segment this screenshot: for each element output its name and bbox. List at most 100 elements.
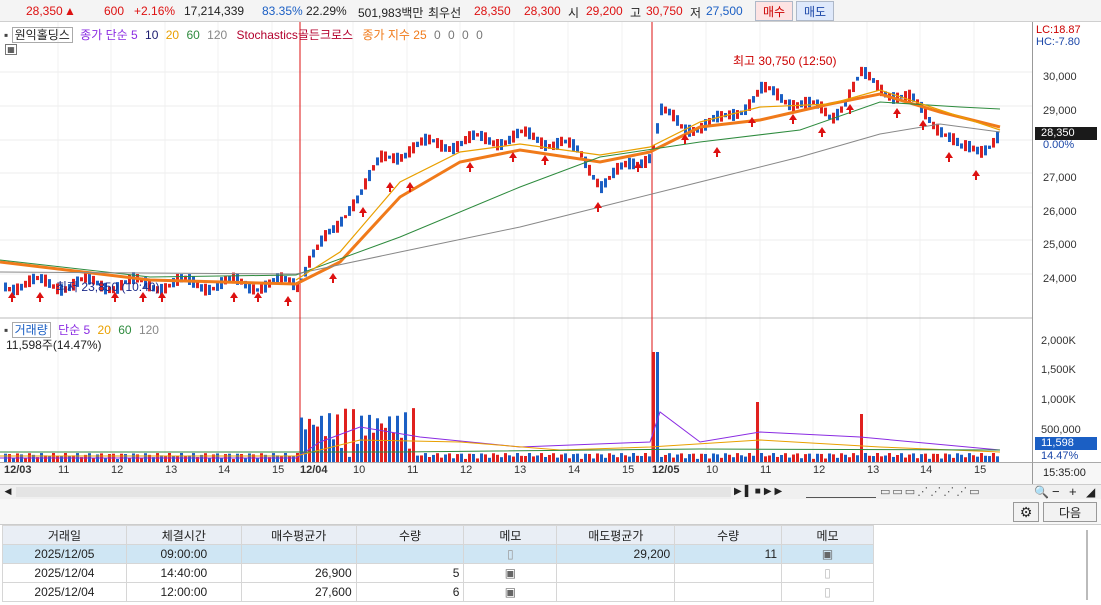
ema-value-4: 0 <box>462 28 469 42</box>
candle <box>424 133 427 146</box>
memo-edit-icon[interactable]: ▣ <box>463 563 558 583</box>
memo-edit-icon[interactable]: ▣ <box>781 544 874 564</box>
price-axis[interactable]: LC:18.87 HC:-7.80 30,000 29,000 27,000 2… <box>1032 22 1101 462</box>
gear-icon[interactable]: ⚙ <box>1013 502 1039 522</box>
volume-bar <box>668 453 671 462</box>
candle <box>360 189 363 195</box>
table-row[interactable]: 2025/12/05 09:00:00 ▯ 29,200 11 ▣ <box>2 544 874 564</box>
col-memo[interactable]: 메모 <box>463 525 558 545</box>
volume-bar <box>644 453 647 462</box>
volume-bar <box>340 447 343 462</box>
trade-amount: 501,983백만 <box>358 6 424 20</box>
volume-bar <box>304 429 307 462</box>
col-time[interactable]: 체결시간 <box>125 525 242 545</box>
candle <box>536 136 539 143</box>
next-button[interactable]: 다음 <box>1043 502 1097 522</box>
volume-bar <box>572 454 575 462</box>
legend-icon: ▪ <box>4 323 9 337</box>
col-memo[interactable]: 메모 <box>781 525 874 545</box>
volume-bar <box>968 453 971 462</box>
cell-buy-qty <box>355 544 465 564</box>
ema-value-1: 25 <box>413 28 427 42</box>
table-row[interactable]: 2025/12/04 12:00:00 27,600 6 ▣ ▯ <box>2 582 874 602</box>
candle <box>592 174 595 180</box>
col-sell-avg[interactable]: 매도평균가 <box>556 525 676 545</box>
volume-bar <box>920 454 923 462</box>
zoom-slider[interactable] <box>806 486 876 498</box>
candle <box>664 106 667 114</box>
high-label: 고 <box>630 6 642 20</box>
col-sell-qty[interactable]: 수량 <box>674 525 783 545</box>
time-axis-label: 10 <box>706 464 719 476</box>
buy-signal-arrow <box>893 108 901 118</box>
table-scrollbar[interactable] <box>1086 530 1088 600</box>
candle <box>768 86 771 91</box>
candle <box>500 139 503 151</box>
memo-edit-icon[interactable]: ▣ <box>463 582 558 602</box>
ema-value-2: 0 <box>433 28 441 42</box>
candle <box>812 100 815 105</box>
zoom-icon[interactable]: 🔍 <box>1034 485 1049 499</box>
buy-button[interactable]: 매수 <box>755 1 793 21</box>
volume-bar <box>352 409 355 462</box>
col-buy-avg[interactable]: 매수평균가 <box>240 525 357 545</box>
candle <box>824 107 827 117</box>
time-axis-label: 13 <box>867 464 880 476</box>
scroll-left-icon[interactable]: ◀ <box>2 486 14 498</box>
candle <box>944 133 947 137</box>
cell-sell-qty <box>674 563 783 583</box>
vol-ma20: 20 <box>97 323 111 337</box>
candle <box>804 96 807 109</box>
time-axis-label: 14 <box>568 464 581 476</box>
candle <box>948 132 951 142</box>
memo-icon[interactable]: ▯ <box>463 544 558 564</box>
chart-scroll-row: ◀ ▶▌■▶▶ ▭▭▭⋰⋰⋰⋰▭ 🔍 − + ◢ <box>0 484 1101 499</box>
candle <box>608 175 611 180</box>
stock-name[interactable]: 원익홀딩스 <box>11 27 73 43</box>
time-axis-label: 12 <box>460 464 473 476</box>
buy-signal-arrow <box>713 147 721 157</box>
grid-toggle-icon[interactable]: ▦ <box>5 44 17 55</box>
sell-button[interactable]: 매도 <box>796 1 834 21</box>
low-annotation: 최저 23,850 (10:40) <box>56 280 160 294</box>
volume-bar <box>344 408 347 462</box>
price-chart[interactable]: ▪ 원익홀딩스 종가 단순 5 10 20 60 120 Stochastics… <box>0 22 1101 484</box>
price-tick: 27,000 <box>1043 172 1077 184</box>
candle <box>204 283 207 296</box>
candle <box>800 100 803 108</box>
candle <box>328 228 331 235</box>
candle <box>752 96 755 103</box>
candle <box>436 138 439 149</box>
candle <box>460 140 463 147</box>
vol-tick: 500,000 <box>1041 424 1081 436</box>
candle <box>164 283 167 294</box>
candle <box>188 274 191 285</box>
candle <box>468 131 471 144</box>
memo-icon[interactable]: ▯ <box>781 563 874 583</box>
candle <box>840 106 843 113</box>
volume-bar <box>600 454 603 462</box>
table-row[interactable]: 2025/12/04 14:40:00 26,900 5 ▣ ▯ <box>2 563 874 583</box>
memo-icon[interactable]: ▯ <box>781 582 874 602</box>
candle <box>228 275 231 281</box>
candle <box>780 94 783 103</box>
playback-controls[interactable]: ▶▌■▶▶ <box>734 486 785 497</box>
candle <box>624 160 627 168</box>
cell-time: 09:00:00 <box>125 544 242 564</box>
candle <box>604 178 607 188</box>
col-buy-qty[interactable]: 수량 <box>355 525 465 545</box>
col-date[interactable]: 거래일 <box>2 525 127 545</box>
chart-canvas[interactable] <box>0 22 1032 462</box>
volume-bar <box>860 414 863 462</box>
chart-tools-icons[interactable]: ▭▭▭⋰⋰⋰⋰▭ <box>880 485 982 498</box>
candle <box>784 99 787 105</box>
trade-toolbar <box>0 499 1101 525</box>
candle <box>36 275 39 281</box>
volume-bar <box>468 453 471 462</box>
zoom-in-icon[interactable]: + <box>1069 484 1077 499</box>
candle <box>660 103 663 116</box>
zoom-out-icon[interactable]: − <box>1052 484 1060 499</box>
candle <box>212 286 215 291</box>
expand-icon[interactable]: ◢ <box>1086 485 1095 499</box>
horizontal-scrollbar[interactable] <box>16 487 731 497</box>
